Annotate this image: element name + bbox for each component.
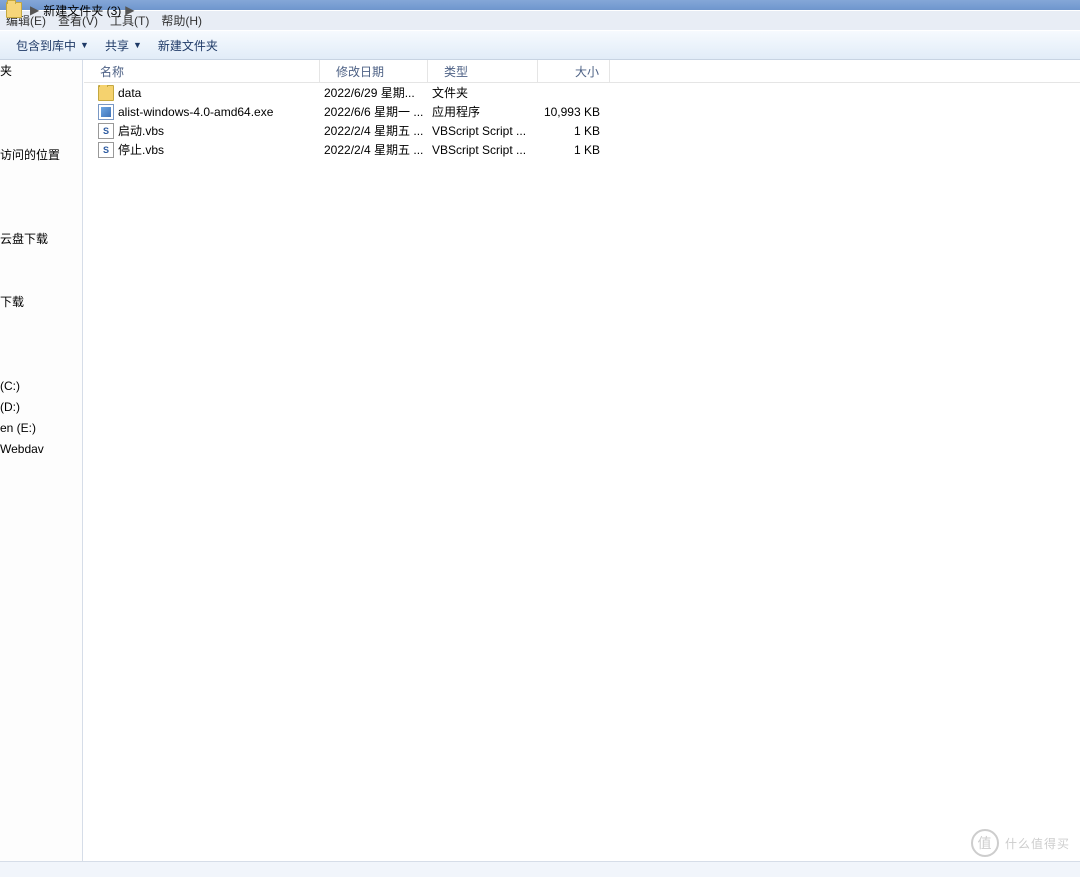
file-name: 启动.vbs bbox=[118, 122, 164, 139]
file-date: 2022/6/29 星期... bbox=[320, 84, 428, 101]
sidebar-item[interactable]: en (E:) bbox=[0, 417, 82, 438]
sidebar-item[interactable] bbox=[0, 207, 82, 228]
toolbar-label: 包含到库中 bbox=[16, 37, 76, 54]
toolbar: 包含到库中 ▼ 共享 ▼ 新建文件夹 bbox=[0, 30, 1080, 60]
navigation-pane: 夹访问的位置云盘下载下载 (C:)(D:)en (E:)Webdav bbox=[0, 60, 83, 861]
file-list: data2022/6/29 星期...文件夹alist-windows-4.0-… bbox=[84, 83, 1080, 861]
sidebar-item[interactable] bbox=[0, 123, 82, 144]
menu-help[interactable]: 帮助(H) bbox=[155, 12, 208, 29]
column-header-name[interactable]: 名称 bbox=[84, 60, 320, 82]
sidebar-item[interactable]: 下载 bbox=[0, 291, 82, 312]
toolbar-label: 共享 bbox=[105, 37, 129, 54]
file-name: data bbox=[118, 86, 141, 100]
column-header-type[interactable]: 类型 bbox=[428, 60, 538, 82]
file-size: 1 KB bbox=[538, 124, 610, 138]
sidebar-item[interactable] bbox=[0, 270, 82, 291]
sidebar-item[interactable] bbox=[0, 81, 82, 102]
column-header-size[interactable]: 大小 bbox=[538, 60, 610, 82]
exe-icon bbox=[98, 104, 114, 120]
sidebar-item[interactable] bbox=[0, 354, 82, 375]
chevron-down-icon: ▼ bbox=[80, 40, 89, 50]
breadcrumb-separator-icon: ▶ bbox=[125, 3, 134, 17]
sidebar-item[interactable]: (D:) bbox=[0, 396, 82, 417]
sidebar-item[interactable]: 夹 bbox=[0, 60, 82, 81]
folder-icon bbox=[98, 85, 114, 101]
folder-icon bbox=[6, 2, 22, 18]
watermark: 值 什么值得买 bbox=[971, 825, 1070, 861]
file-date: 2022/6/6 星期一 ... bbox=[320, 103, 428, 120]
breadcrumb[interactable]: ▶ 新建文件夹 (3) ▶ bbox=[6, 2, 138, 18]
window-titlebar bbox=[0, 0, 1080, 10]
toolbar-share[interactable]: 共享 ▼ bbox=[97, 37, 150, 54]
sidebar-item[interactable]: (C:) bbox=[0, 375, 82, 396]
sidebar-item[interactable] bbox=[0, 102, 82, 123]
file-row[interactable]: alist-windows-4.0-amd64.exe 2022/6/6 星期一 … bbox=[84, 102, 1080, 121]
menu-bar: 编辑(E) 查看(V) 工具(T) 帮助(H) bbox=[0, 10, 1080, 30]
sidebar-item[interactable] bbox=[0, 312, 82, 333]
vbs-icon bbox=[98, 142, 114, 158]
status-bar bbox=[0, 861, 1080, 877]
sidebar-item[interactable] bbox=[0, 333, 82, 354]
sidebar-item[interactable]: Webdav bbox=[0, 438, 82, 459]
sidebar-item[interactable]: 访问的位置 bbox=[0, 144, 82, 165]
file-size: 10,993 KB bbox=[538, 105, 610, 119]
breadcrumb-label[interactable]: 新建文件夹 (3) bbox=[43, 2, 121, 19]
file-type: VBScript Script ... bbox=[428, 143, 538, 157]
file-size: 1 KB bbox=[538, 143, 610, 157]
sidebar-item bbox=[0, 165, 82, 186]
breadcrumb-separator-icon: ▶ bbox=[30, 3, 39, 17]
sidebar-item bbox=[0, 186, 82, 207]
sidebar-item[interactable]: 云盘下载 bbox=[0, 228, 82, 249]
toolbar-include-in-library[interactable]: 包含到库中 ▼ bbox=[8, 37, 97, 54]
column-header-date[interactable]: 修改日期 bbox=[320, 60, 428, 82]
toolbar-new-folder[interactable]: 新建文件夹 bbox=[150, 37, 226, 54]
file-date: 2022/2/4 星期五 ... bbox=[320, 122, 428, 139]
toolbar-label: 新建文件夹 bbox=[158, 37, 218, 54]
file-date: 2022/2/4 星期五 ... bbox=[320, 141, 428, 158]
file-type: 文件夹 bbox=[428, 84, 538, 101]
file-name: alist-windows-4.0-amd64.exe bbox=[118, 105, 273, 119]
watermark-text: 什么值得买 bbox=[1005, 835, 1070, 852]
chevron-down-icon: ▼ bbox=[133, 40, 142, 50]
file-row[interactable]: data 2022/6/29 星期...文件夹 bbox=[84, 83, 1080, 102]
sidebar-item[interactable] bbox=[0, 249, 82, 270]
watermark-icon: 值 bbox=[971, 829, 999, 857]
file-type: 应用程序 bbox=[428, 103, 538, 120]
file-row[interactable]: 启动.vbs 2022/2/4 星期五 ...VBScript Script ..… bbox=[84, 121, 1080, 140]
file-name: 停止.vbs bbox=[118, 141, 164, 158]
column-header: 名称 修改日期 类型 大小 bbox=[84, 60, 1080, 83]
vbs-icon bbox=[98, 123, 114, 139]
file-type: VBScript Script ... bbox=[428, 124, 538, 138]
file-row[interactable]: 停止.vbs 2022/2/4 星期五 ...VBScript Script ..… bbox=[84, 140, 1080, 159]
